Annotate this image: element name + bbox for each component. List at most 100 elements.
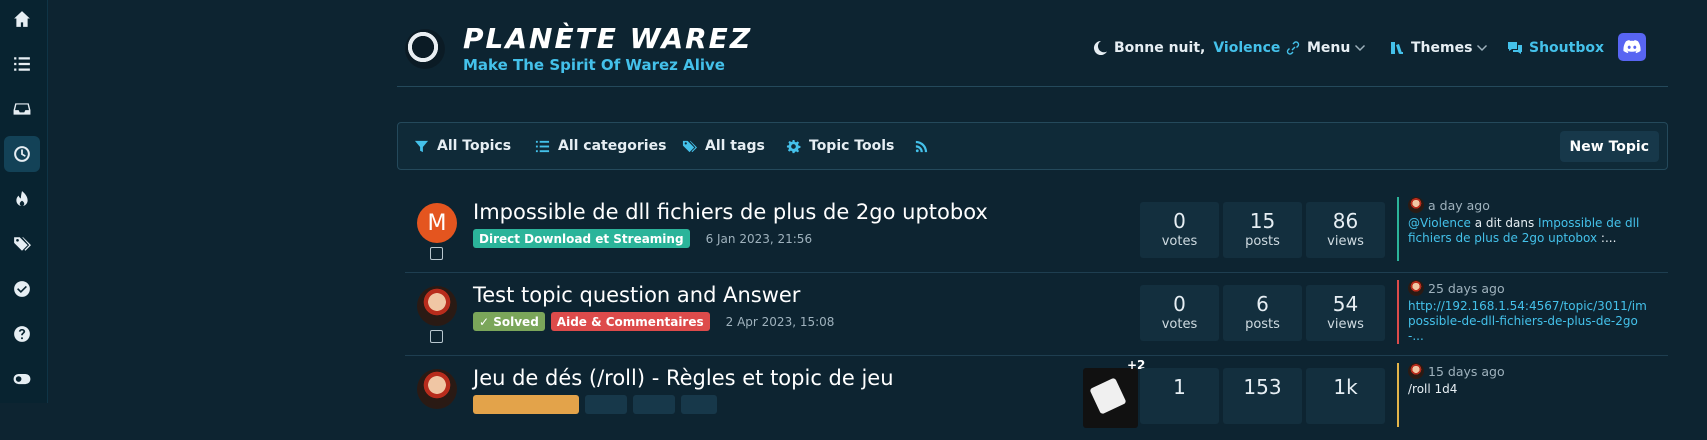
tag-badge[interactable] [681, 395, 717, 414]
tags-icon[interactable] [4, 226, 40, 262]
row-divider [405, 272, 1668, 273]
views-stat: 54 views [1306, 285, 1385, 341]
category-badge[interactable] [473, 395, 579, 414]
last-post-teaser[interactable]: a day ago @Violence a dit dans Impossibl… [1397, 197, 1647, 261]
tag-badge[interactable] [585, 395, 627, 414]
row-divider [405, 355, 1668, 356]
votes-count: 1 [1173, 375, 1186, 399]
topic-title[interactable]: Impossible de dll fichiers de plus de 2g… [473, 200, 988, 224]
avatar[interactable]: M [417, 203, 457, 243]
teaser-user[interactable]: @Violence [1408, 216, 1471, 230]
clock-icon[interactable] [4, 136, 40, 172]
views-count: 1k [1333, 375, 1358, 399]
themes-dropdown[interactable]: Themes [1389, 34, 1490, 62]
tags-icon [682, 140, 697, 152]
posts-count: 15 [1249, 209, 1276, 233]
votes-label: votes [1161, 234, 1198, 249]
category-badge[interactable]: Direct Download et Streaming [473, 229, 690, 248]
home-icon[interactable] [4, 1, 40, 37]
posts-stat: 6 posts [1223, 285, 1302, 341]
teaser-time[interactable]: 15 days ago [1428, 364, 1505, 379]
topic-toolbar: All Topics All categories All tags Topic… [397, 122, 1668, 170]
posts-stat: 153 [1223, 368, 1302, 424]
votes-count: 0 [1173, 209, 1186, 233]
votes-label: votes [1161, 317, 1198, 332]
avatar[interactable] [417, 286, 457, 326]
all-topics-label: All Topics [437, 138, 512, 154]
topic-tools-label: Topic Tools [809, 138, 895, 154]
list-icon [535, 140, 550, 152]
topic-stats: 0 votes 15 posts 86 views [1140, 202, 1385, 258]
teaser-mid: a dit dans [1470, 216, 1539, 230]
votes-stat: 1 [1140, 368, 1219, 424]
topic-row[interactable]: M Impossible de dll fichiers de plus de … [405, 192, 1668, 274]
tag-badge[interactable] [633, 395, 675, 414]
teaser-avatar[interactable] [1408, 280, 1424, 296]
views-count: 86 [1332, 209, 1359, 233]
header-divider [397, 86, 1668, 87]
themes-label: Themes [1411, 40, 1473, 56]
topic-title[interactable]: Test topic question and Answer [473, 283, 800, 307]
all-topics-filter[interactable]: All Topics [414, 136, 511, 156]
new-topic-button[interactable]: New Topic [1559, 131, 1659, 162]
posts-count: 153 [1243, 375, 1282, 399]
avatar[interactable] [417, 369, 457, 409]
views-stat: 86 views [1306, 202, 1385, 258]
solved-badge: ✓ Solved [473, 312, 545, 331]
topic-tools-dropdown[interactable]: Topic Tools [786, 136, 894, 156]
votes-stat: 0 votes [1140, 285, 1219, 341]
chat-icon [1508, 42, 1522, 54]
posts-stat: 15 posts [1223, 202, 1302, 258]
fire-icon[interactable] [4, 181, 40, 217]
menu-dropdown[interactable]: Menu [1285, 34, 1368, 62]
list-icon[interactable] [4, 46, 40, 82]
teaser-tail: :... [1597, 231, 1617, 245]
teaser-avatar[interactable] [1408, 197, 1424, 213]
all-tags-filter[interactable]: All tags [682, 136, 765, 156]
select-checkbox[interactable] [430, 330, 443, 343]
topic-meta [473, 395, 717, 414]
topic-date: 6 Jan 2023, 21:56 [705, 231, 813, 246]
check-circle-icon[interactable] [4, 271, 40, 307]
chevron-down-icon [1477, 45, 1488, 51]
shoutbox-link[interactable]: Shoutbox [1507, 34, 1604, 62]
views-label: views [1327, 234, 1364, 249]
greeting-text: Bonne nuit, [1114, 40, 1206, 56]
topic-meta: ✓ Solved Aide & Commentaires 2 Apr 2023,… [473, 312, 834, 331]
all-categories-label: All categories [558, 138, 667, 154]
filter-icon [414, 140, 429, 152]
topic-stats: 1 153 1k [1140, 368, 1385, 424]
left-rail [0, 0, 48, 403]
last-post-teaser[interactable]: 15 days ago /roll 1d4 [1397, 363, 1647, 427]
select-checkbox[interactable] [430, 247, 443, 260]
all-categories-filter[interactable]: All categories [535, 136, 666, 156]
topic-row[interactable]: Jeu de dés (/roll) - Règles et topic de … [405, 358, 1668, 440]
shoutbox-label: Shoutbox [1529, 40, 1604, 56]
topic-thumbnail[interactable] [1083, 368, 1138, 428]
discord-icon [1623, 40, 1641, 54]
site-logo [405, 29, 445, 69]
teaser-text: /roll 1d4 [1408, 382, 1458, 396]
inbox-icon[interactable] [4, 91, 40, 127]
last-post-teaser[interactable]: 25 days ago http://192.168.1.54:4567/top… [1397, 280, 1647, 344]
topic-row[interactable]: Test topic question and Answer ✓ Solved … [405, 275, 1668, 357]
teaser-text: http://192.168.1.54:4567/topic/3011/impo… [1408, 299, 1647, 344]
discord-button[interactable] [1618, 33, 1646, 61]
menu-label: Menu [1307, 40, 1351, 56]
toggle-icon[interactable] [4, 361, 40, 397]
username-link[interactable]: Violence [1213, 40, 1280, 56]
teaser-text: @Violence a dit dans Impossible de dll f… [1408, 216, 1647, 246]
gear-icon [786, 139, 801, 153]
teaser-time[interactable]: 25 days ago [1428, 281, 1505, 296]
teaser-time[interactable]: a day ago [1428, 198, 1490, 213]
link-icon [1286, 41, 1300, 55]
help-icon[interactable] [4, 316, 40, 352]
greeting: Bonne nuit, Violence [1092, 34, 1280, 62]
category-badge[interactable]: Aide & Commentaires [550, 312, 710, 331]
teaser-avatar[interactable] [1408, 363, 1424, 379]
site-brand[interactable]: PLANÈTE WAREZ Make The Spirit Of Warez A… [405, 24, 752, 74]
rss-button[interactable] [914, 136, 937, 156]
topic-title[interactable]: Jeu de dés (/roll) - Règles et topic de … [473, 366, 894, 390]
teaser-link[interactable]: http://192.168.1.54:4567/topic/3011/impo… [1408, 299, 1647, 343]
votes-count: 0 [1173, 292, 1186, 316]
